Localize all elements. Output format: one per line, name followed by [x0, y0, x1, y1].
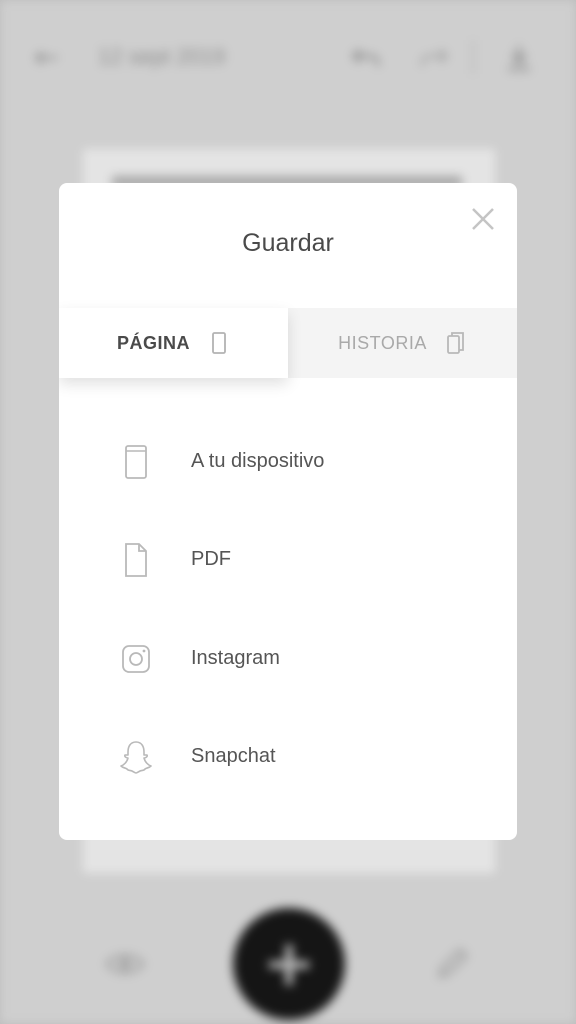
document-icon [125, 543, 147, 577]
redo-icon [420, 48, 449, 67]
undo-icon [351, 48, 380, 67]
save-tabs: PÁGINA HISTORIA [59, 308, 517, 378]
dialog-title: Guardar [242, 229, 334, 257]
share-instagram-option[interactable]: Instagram [59, 623, 517, 695]
instagram-icon [122, 645, 150, 673]
save-pdf-option[interactable]: PDF [59, 524, 517, 596]
stacked-pages-icon [446, 332, 464, 354]
phone-icon [125, 445, 147, 479]
save-pdf-label: PDF [191, 548, 231, 570]
toolbar-divider [472, 40, 474, 74]
pencil-icon [437, 947, 469, 979]
share-snapchat-option[interactable]: Snapchat [59, 721, 517, 793]
download-icon [508, 46, 530, 71]
add-fab-button: + [233, 908, 345, 1020]
background-date: 12 sept 2019 [98, 44, 226, 69]
plus-icon: + [262, 927, 316, 1001]
eye-icon [105, 954, 145, 974]
background-toolbar: ← 12 sept 2019 [0, 0, 576, 120]
save-dialog: Guardar PÁGINA HISTORIA A tu dispositivo [59, 183, 517, 840]
single-page-icon [212, 332, 226, 354]
share-instagram-label: Instagram [191, 647, 280, 669]
back-arrow-icon: ← [34, 40, 60, 75]
tab-story-label: HISTORIA [338, 332, 427, 353]
tab-page[interactable]: PÁGINA [59, 308, 288, 378]
share-snapchat-label: Snapchat [191, 745, 276, 767]
save-to-device-label: A tu dispositivo [191, 450, 325, 472]
save-to-device-option[interactable]: A tu dispositivo [59, 426, 517, 498]
snapchat-ghost-icon [120, 741, 152, 774]
tab-story[interactable]: HISTORIA [288, 308, 517, 378]
tab-page-label: PÁGINA [116, 332, 190, 353]
